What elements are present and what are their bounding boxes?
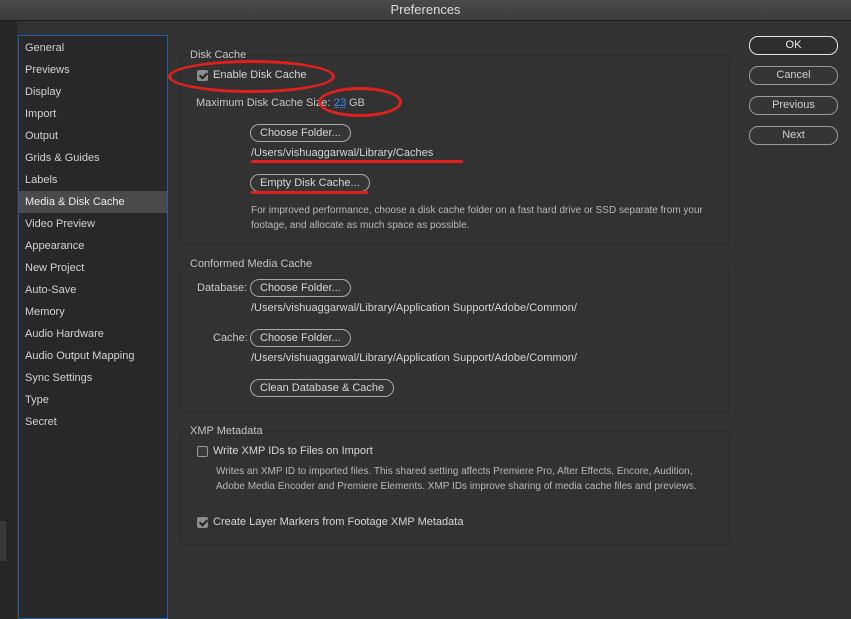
sidebar-item-appearance[interactable]: Appearance <box>19 235 167 257</box>
sidebar-item-audio-hardware[interactable]: Audio Hardware <box>19 323 167 345</box>
sidebar-item-auto-save[interactable]: Auto-Save <box>19 279 167 301</box>
database-choose-folder-button[interactable]: Choose Folder... <box>250 279 351 297</box>
sidebar-item-video-preview[interactable]: Video Preview <box>19 213 167 235</box>
preferences-category-list[interactable]: General Previews Display Import Output Grids … <box>18 35 168 619</box>
annotation-underline-path <box>251 160 463 163</box>
cache-label: Cache: <box>213 332 248 344</box>
ok-button[interactable]: OK <box>749 36 838 55</box>
empty-disk-cache-button[interactable]: Empty Disk Cache... <box>250 174 370 192</box>
create-layer-markers-label[interactable]: Create Layer Markers from Footage XMP Me… <box>213 516 463 528</box>
sidebar-item-type[interactable]: Type <box>19 389 167 411</box>
max-disk-cache-size-label: Maximum Disk Cache Size: <box>196 97 331 109</box>
cancel-button[interactable]: Cancel <box>749 66 838 85</box>
annotation-underline-empty <box>251 191 368 194</box>
database-label: Database: <box>197 282 248 294</box>
write-xmp-ids-checkbox[interactable] <box>197 446 208 457</box>
cache-choose-folder-button[interactable]: Choose Folder... <box>250 329 351 347</box>
disk-cache-choose-folder-button[interactable]: Choose Folder... <box>250 124 351 142</box>
previous-button[interactable]: Previous <box>749 96 838 115</box>
sidebar-item-labels[interactable]: Labels <box>19 169 167 191</box>
create-layer-markers-checkbox[interactable] <box>197 517 208 528</box>
write-xmp-ids-label[interactable]: Write XMP IDs to Files on Import <box>213 445 373 457</box>
sidebar-item-secret[interactable]: Secret <box>19 411 167 433</box>
sidebar-item-display[interactable]: Display <box>19 81 167 103</box>
sidebar-item-output[interactable]: Output <box>19 125 167 147</box>
annotation-circle-enable <box>168 60 335 93</box>
disk-cache-path: /Users/vishuaggarwal/Library/Caches <box>251 147 434 159</box>
sidebar-item-import[interactable]: Import <box>19 103 167 125</box>
sidebar-item-audio-output-mapping[interactable]: Audio Output Mapping <box>19 345 167 367</box>
conformed-media-cache-title: Conformed Media Cache <box>190 258 313 270</box>
write-xmp-ids-description: Writes an XMP ID to imported files. This… <box>216 466 697 492</box>
sidebar-item-grids-guides[interactable]: Grids & Guides <box>19 147 167 169</box>
cache-path: /Users/vishuaggarwal/Library/Application… <box>251 352 577 364</box>
database-path: /Users/vishuaggarwal/Library/Application… <box>251 302 577 314</box>
annotation-circle-size <box>318 87 402 117</box>
clean-database-cache-button[interactable]: Clean Database & Cache <box>250 379 395 397</box>
next-button[interactable]: Next <box>749 126 838 145</box>
sidebar-item-previews[interactable]: Previews <box>19 59 167 81</box>
disk-cache-description: For improved performance, choose a disk … <box>251 205 703 231</box>
sidebar-item-general[interactable]: General <box>19 37 167 59</box>
sidebar-item-memory[interactable]: Memory <box>19 301 167 323</box>
window-title: Preferences <box>0 0 851 21</box>
disk-cache-title: Disk Cache <box>190 49 247 61</box>
background-window-edge <box>0 21 17 619</box>
sidebar-item-media-disk-cache[interactable]: Media & Disk Cache <box>19 191 167 213</box>
sidebar-item-sync-settings[interactable]: Sync Settings <box>19 367 167 389</box>
sidebar-item-new-project[interactable]: New Project <box>19 257 167 279</box>
xmp-metadata-title: XMP Metadata <box>190 425 263 437</box>
